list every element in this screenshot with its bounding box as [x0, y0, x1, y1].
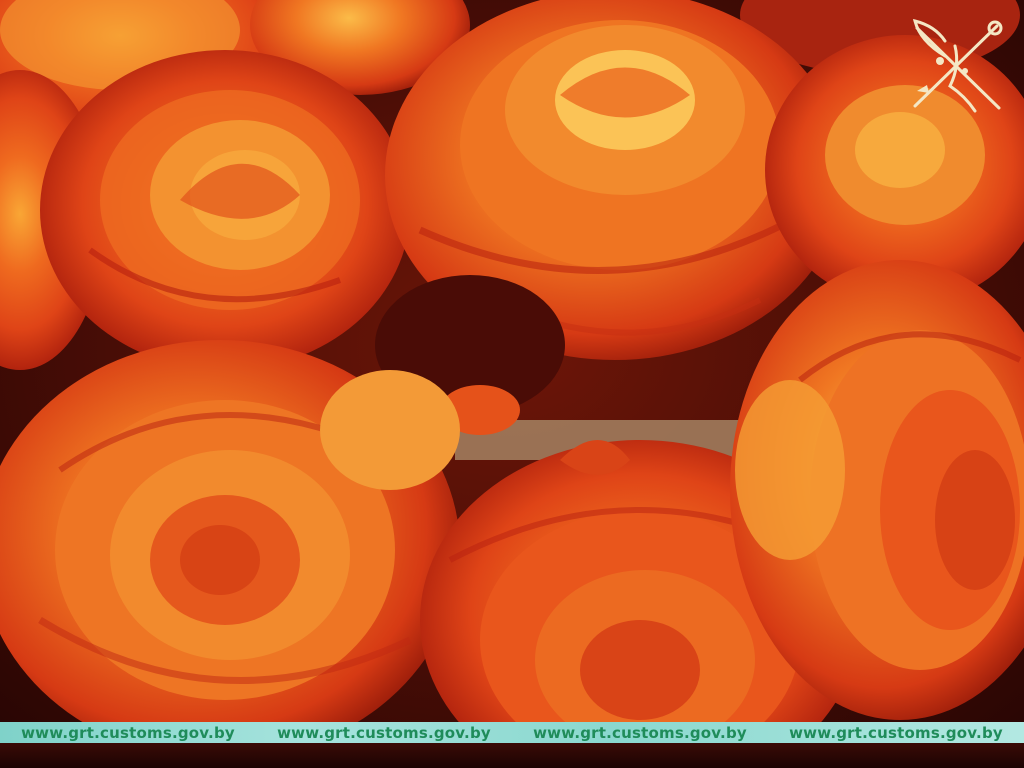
rose-photo: [0, 0, 1024, 768]
rose-upper-left: [40, 50, 410, 370]
watermark-url: www.grt.customs.gov.by: [277, 723, 491, 742]
customs-emblem-icon: [905, 16, 1009, 116]
watermark-url: www.grt.customs.gov.by: [789, 723, 1003, 742]
bottom-dark-band: [0, 743, 1024, 768]
watermark-url: www.grt.customs.gov.by: [533, 723, 747, 742]
rose-bottom-left: [0, 340, 460, 760]
watermark-url: www.grt.customs.gov.by: [21, 723, 235, 742]
watermark-url-strip: www.grt.customs.gov.by www.grt.customs.g…: [0, 722, 1024, 743]
